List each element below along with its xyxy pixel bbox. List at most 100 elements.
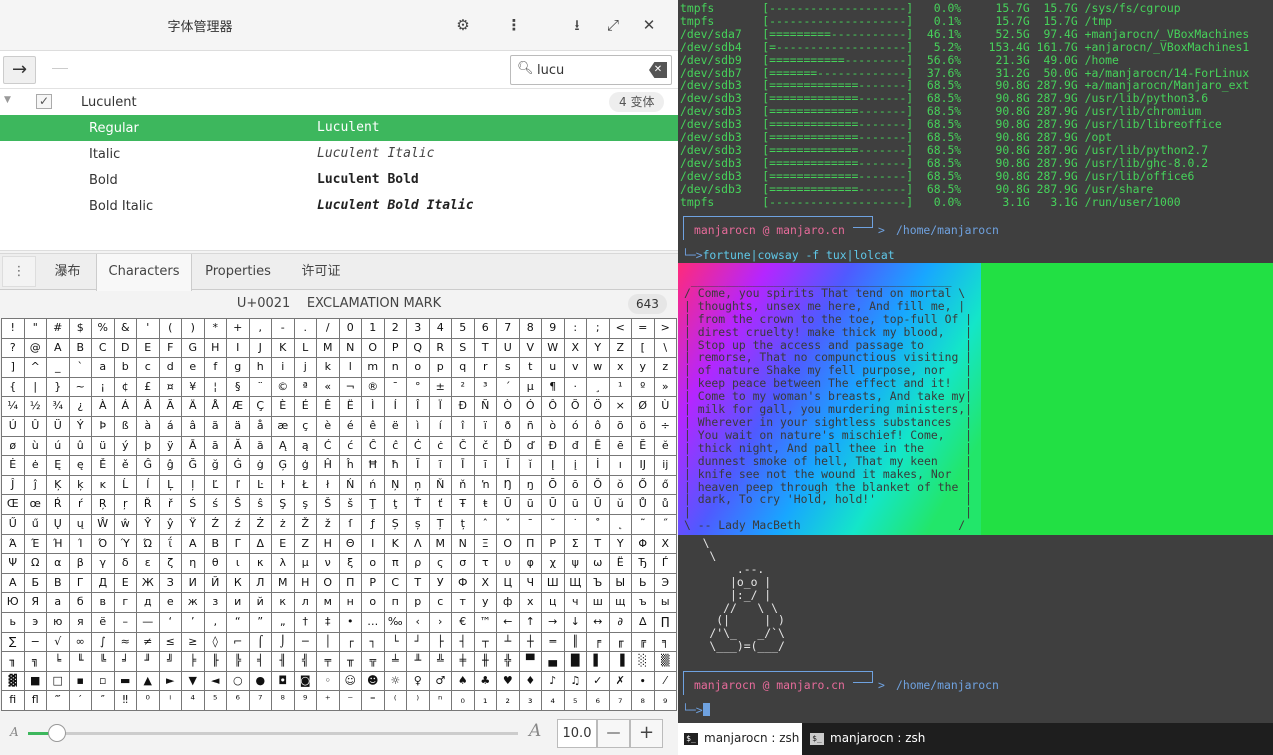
glyph-cell[interactable]: -	[272, 319, 294, 338]
glyph-cell[interactable]: г	[114, 593, 136, 612]
glyph-cell[interactable]: ε	[137, 554, 159, 573]
download-icon[interactable]: ⭳	[566, 14, 588, 36]
glyph-cell[interactable]: •	[339, 613, 361, 632]
close-icon[interactable]: ✕	[638, 14, 660, 36]
glyph-cell[interactable]: з	[204, 593, 226, 612]
glyph-cell[interactable]: Ø	[632, 397, 654, 416]
glyph-cell[interactable]: е	[159, 593, 181, 612]
glyph-cell[interactable]: └	[384, 632, 406, 652]
glyph-cell[interactable]: Ð	[452, 397, 474, 416]
glyph-cell[interactable]: ŕ	[69, 495, 91, 514]
glyph-cell[interactable]: ╡	[249, 652, 271, 671]
glyph-cell[interactable]: ш	[587, 593, 609, 612]
glyph-cell[interactable]: ♣	[474, 671, 496, 691]
glyph-cell[interactable]: ⌠	[249, 632, 271, 652]
glyph-cell[interactable]: k	[317, 358, 339, 377]
glyph-cell[interactable]: ˆ	[474, 515, 496, 534]
glyph-cell[interactable]: в	[92, 593, 114, 612]
glyph-cell[interactable]: Ħ	[362, 456, 384, 475]
glyph-cell[interactable]: ╧	[384, 652, 406, 671]
glyph-cell[interactable]: @	[24, 338, 46, 358]
glyph-cell[interactable]: Р	[362, 573, 384, 593]
glyph-cell[interactable]: ╬	[497, 652, 519, 671]
glyph-cell[interactable]: ŭ	[609, 495, 631, 514]
glyph-cell[interactable]: Á	[114, 397, 136, 416]
glyph-cell[interactable]: N	[339, 338, 361, 358]
glyph-cell[interactable]: ł	[317, 475, 339, 495]
glyph-cell[interactable]: Ō	[542, 475, 564, 495]
gear-icon[interactable]: ⚙	[452, 14, 474, 36]
glyph-cell[interactable]: Ы	[609, 573, 631, 593]
glyph-cell[interactable]: ╝	[159, 652, 181, 671]
glyph-cell[interactable]: ₄	[542, 691, 564, 710]
glyph-cell[interactable]: ï	[474, 417, 496, 436]
glyph-cell[interactable]: ♀	[407, 671, 429, 691]
glyph-cell[interactable]: Å	[204, 397, 226, 416]
glyph-cell[interactable]: ĳ	[654, 456, 676, 475]
glyph-cell[interactable]: Ũ	[497, 495, 519, 514]
glyph-cell[interactable]: ±	[429, 377, 451, 397]
glyph-cell[interactable]: '	[137, 319, 159, 338]
glyph-cell[interactable]: ²	[452, 377, 474, 397]
glyph-cell[interactable]: Ć	[317, 436, 339, 456]
glyph-cell[interactable]: 2	[384, 319, 406, 338]
glyph-cell[interactable]: ¹	[609, 377, 631, 397]
glyph-cell[interactable]: ┘	[407, 632, 429, 652]
glyph-cell[interactable]: м	[317, 593, 339, 612]
glyph-cell[interactable]: ŝ	[249, 495, 271, 514]
glyph-cell[interactable]: щ	[609, 593, 631, 612]
glyph-cell[interactable]: ı	[609, 456, 631, 475]
glyph-cell[interactable]: ˚	[587, 515, 609, 534]
glyph-cell[interactable]: Ì	[362, 397, 384, 416]
glyph-cell[interactable]: Η	[317, 534, 339, 554]
glyph-cell[interactable]: ś	[204, 495, 226, 514]
glyph-cell[interactable]: ĸ	[92, 475, 114, 495]
glyph-cell[interactable]: п	[384, 593, 406, 612]
glyph-cell[interactable]: ″	[92, 691, 114, 710]
glyph-cell[interactable]: ▪	[69, 671, 91, 691]
glyph-cell[interactable]: ©	[272, 377, 294, 397]
glyph-cell[interactable]: š	[339, 495, 361, 514]
glyph-cell[interactable]: Ŕ	[47, 495, 69, 514]
glyph-cell[interactable]: μ	[294, 554, 316, 573]
glyph-cell[interactable]: О	[317, 573, 339, 593]
glyph-cell[interactable]: ⁴	[182, 691, 204, 710]
glyph-cell[interactable]: Ö	[587, 397, 609, 416]
clear-search-icon[interactable]: ✕	[649, 62, 667, 78]
glyph-cell[interactable]: ·	[564, 377, 586, 397]
glyph-cell[interactable]: ⁻	[339, 691, 361, 710]
variant-row[interactable]: Italic Luculent Italic	[0, 141, 678, 167]
glyph-cell[interactable]: н	[339, 593, 361, 612]
glyph-cell[interactable]: Ò	[497, 397, 519, 416]
glyph-cell[interactable]: û	[69, 436, 91, 456]
glyph-cell[interactable]: ∞	[69, 632, 91, 652]
glyph-cell[interactable]: \	[654, 338, 676, 358]
glyph-cell[interactable]: ю	[47, 613, 69, 632]
glyph-cell[interactable]: "	[24, 319, 46, 338]
glyph-cell[interactable]: ♫	[564, 671, 586, 691]
glyph-cell[interactable]: U	[497, 338, 519, 358]
glyph-cell[interactable]: ř	[159, 495, 181, 514]
glyph-cell[interactable]: €	[452, 613, 474, 632]
glyph-cell[interactable]: а	[47, 593, 69, 612]
glyph-cell[interactable]: Τ	[587, 534, 609, 554]
glyph-cell[interactable]: λ	[272, 554, 294, 573]
variant-row[interactable]: Bold Luculent Bold	[0, 167, 678, 193]
glyph-cell[interactable]: ő	[654, 475, 676, 495]
glyph-cell[interactable]: ô	[587, 417, 609, 436]
glyph-cell[interactable]: é	[339, 417, 361, 436]
glyph-cell[interactable]: /	[317, 319, 339, 338]
glyph-cell[interactable]: Ц	[497, 573, 519, 593]
glyph-cell[interactable]: ä	[227, 417, 249, 436]
glyph-cell[interactable]: R	[429, 338, 451, 358]
glyph-cell[interactable]: ;	[587, 319, 609, 338]
glyph-cell[interactable]: Ĥ	[317, 456, 339, 475]
glyph-cell[interactable]: →	[542, 613, 564, 632]
glyph-cell[interactable]: Ë	[339, 397, 361, 416]
glyph-cell[interactable]: ľ	[227, 475, 249, 495]
glyph-cell[interactable]: ┼	[519, 632, 541, 652]
glyph-cell[interactable]: ˙	[564, 515, 586, 534]
glyph-cell[interactable]: ē	[609, 436, 631, 456]
glyph-cell[interactable]: ć	[339, 436, 361, 456]
glyph-cell[interactable]: Ŧ	[452, 495, 474, 514]
